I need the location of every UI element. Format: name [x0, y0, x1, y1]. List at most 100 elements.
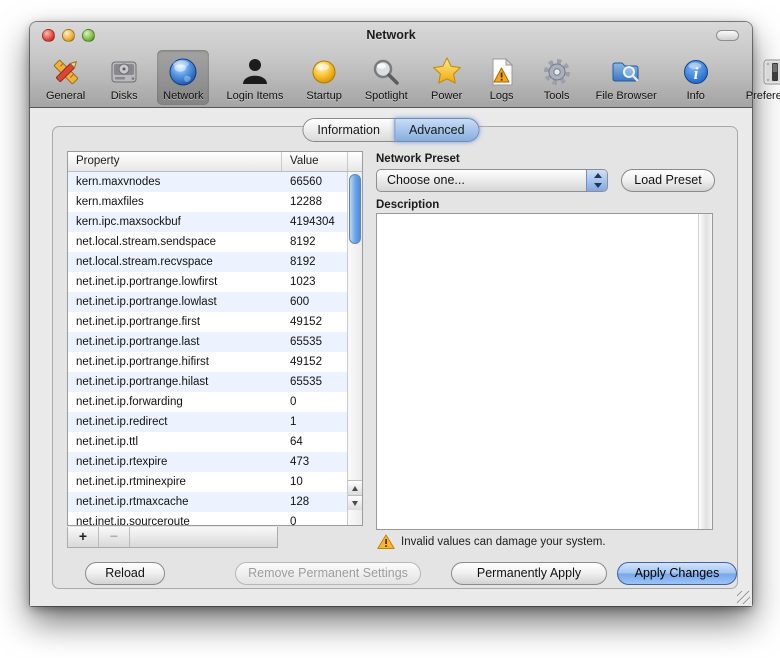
column-header-property[interactable]: Property	[68, 152, 282, 171]
property-cell: net.inet.ip.portrange.first	[76, 316, 201, 328]
description-textarea[interactable]	[376, 213, 713, 530]
table-row[interactable]: net.inet.ip.sourceroute 0	[68, 512, 349, 525]
permanently-apply-button[interactable]: Permanently Apply	[451, 562, 607, 585]
table-row[interactable]: net.inet.ip.portrange.lowfirst 1023	[68, 272, 349, 292]
value-cell: 8192	[290, 256, 316, 268]
table-header: Property Value	[68, 152, 362, 172]
table-row[interactable]: net.inet.ip.rtminexpire 10	[68, 472, 349, 492]
property-cell: net.inet.ip.portrange.last	[76, 336, 200, 348]
table-row[interactable]: net.inet.ip.ttl 64	[68, 432, 349, 452]
globe-icon	[167, 54, 199, 90]
toolbar-label: Disks	[110, 90, 138, 102]
value-cell: 0	[290, 516, 297, 525]
toolbar-toggle-button[interactable]	[716, 30, 739, 41]
tab-advanced[interactable]: Advanced	[394, 119, 479, 141]
table-body: kern.maxvnodes 66560 kern.maxfiles 12288 k…	[68, 172, 349, 525]
toolbar-item-file-browser[interactable]: File Browser	[590, 50, 663, 105]
window-title: Network	[366, 28, 416, 42]
scroll-down-button[interactable]	[348, 495, 362, 510]
window-content: Information Advanced Property Value kern…	[30, 109, 752, 606]
table-row[interactable]: net.inet.ip.portrange.first 49152	[68, 312, 349, 332]
table-row[interactable]: net.inet.ip.rtmaxcache 128	[68, 492, 349, 512]
scroll-up-button[interactable]	[348, 480, 362, 495]
tab-information[interactable]: Information	[303, 119, 395, 141]
network-preset-label: Network Preset	[376, 153, 460, 165]
toolbar-label: Network	[163, 90, 204, 102]
toolbar-label: Tools	[543, 90, 570, 102]
table-row[interactable]: net.local.stream.sendspace 8192	[68, 232, 349, 252]
star-icon	[431, 54, 463, 90]
load-preset-button[interactable]: Load Preset	[621, 169, 715, 192]
toolbar-item-logs[interactable]: Logs	[480, 50, 524, 105]
preset-popup-button[interactable]: Choose one...	[376, 169, 608, 192]
toolbar-item-preferences[interactable]: Preferences	[740, 50, 780, 105]
toolbar-label: File Browser	[595, 90, 657, 102]
resize-grip[interactable]	[737, 591, 750, 604]
column-header-value[interactable]: Value	[282, 152, 348, 171]
add-remove-bar: + −	[67, 527, 278, 548]
apply-changes-button[interactable]: Apply Changes	[617, 562, 737, 585]
toolbar-item-tools[interactable]: Tools	[535, 50, 579, 105]
property-cell: net.inet.ip.rtmaxcache	[76, 496, 189, 508]
description-scrollbar[interactable]	[698, 214, 712, 529]
property-cell: kern.maxfiles	[76, 196, 144, 208]
window-chrome: Network General Disks Network Login Item…	[30, 22, 780, 108]
toolbar-item-spotlight[interactable]: Spotlight	[359, 50, 414, 105]
value-cell: 64	[290, 436, 303, 448]
table-row[interactable]: net.inet.ip.portrange.lowlast 600	[68, 292, 349, 312]
table-row[interactable]: net.inet.ip.rtexpire 473	[68, 452, 349, 472]
property-cell: net.inet.ip.portrange.lowfirst	[76, 276, 218, 288]
value-cell: 8192	[290, 236, 316, 248]
toolbar-item-general[interactable]: General	[40, 50, 91, 105]
property-cell: net.inet.ip.ttl	[76, 436, 139, 448]
toolbar-item-login-items[interactable]: Login Items	[220, 50, 289, 105]
table-row[interactable]: net.local.stream.recvspace 8192	[68, 252, 349, 272]
table-row[interactable]: net.inet.ip.portrange.hilast 65535	[68, 372, 349, 392]
reload-button[interactable]: Reload	[85, 562, 165, 585]
toolbar-label: Login Items	[226, 90, 284, 102]
toolbar: General Disks Network Login Items Startu…	[30, 48, 780, 107]
table-row[interactable]: kern.maxfiles 12288	[68, 192, 349, 212]
value-cell: 49152	[290, 356, 322, 368]
value-cell: 0	[290, 396, 297, 408]
remove-permanent-settings-button[interactable]: Remove Permanent Settings	[235, 562, 421, 585]
property-cell: net.inet.ip.redirect	[76, 416, 168, 428]
svg-text:i: i	[693, 64, 698, 83]
folder-search-icon	[610, 54, 642, 90]
property-cell: net.inet.ip.portrange.lowlast	[76, 296, 217, 308]
document-warning-icon	[486, 54, 518, 90]
titlebar[interactable]: Network	[30, 22, 752, 48]
warning-row: Invalid values can damage your system.	[377, 534, 606, 550]
property-cell: net.inet.ip.rtminexpire	[76, 476, 186, 488]
table-scrollbar[interactable]	[347, 172, 362, 525]
toolbar-item-power[interactable]: Power	[425, 50, 469, 105]
scrollbar-thumb[interactable]	[349, 174, 361, 244]
toolbar-label: Info	[686, 90, 705, 102]
warning-icon	[377, 534, 395, 549]
table-row[interactable]: net.inet.ip.forwarding 0	[68, 392, 349, 412]
toolbar-label: Preferences	[745, 90, 780, 102]
info-circle-icon: i	[680, 54, 712, 90]
ruler-pencil-icon	[50, 54, 82, 90]
value-cell: 473	[290, 456, 310, 468]
table-row[interactable]: net.inet.ip.portrange.last 65535	[68, 332, 349, 352]
table-row[interactable]: kern.maxvnodes 66560	[68, 172, 349, 192]
sysctl-table: Property Value kern.maxvnodes 66560 kern.…	[67, 151, 363, 526]
table-row[interactable]: kern.ipc.maxsockbuf 4194304	[68, 212, 349, 232]
property-cell: net.inet.ip.portrange.hifirst	[76, 356, 209, 368]
table-row[interactable]: net.inet.ip.portrange.hifirst 49152	[68, 352, 349, 372]
value-cell: 66560	[290, 176, 322, 188]
app-window: Network General Disks Network Login Item…	[30, 22, 780, 606]
table-row[interactable]: net.inet.ip.redirect 1	[68, 412, 349, 432]
property-cell: net.inet.ip.sourceroute	[76, 516, 190, 525]
toolbar-item-startup[interactable]: Startup	[300, 50, 347, 105]
add-row-button[interactable]: +	[68, 527, 99, 547]
hard-drive-icon	[108, 54, 140, 90]
toolbar-item-info[interactable]: i Info	[674, 50, 718, 105]
toolbar-item-disks[interactable]: Disks	[102, 50, 146, 105]
magnifier-icon	[370, 54, 402, 90]
column-header-gutter	[348, 152, 362, 171]
remove-row-button[interactable]: −	[99, 527, 130, 547]
value-cell: 65535	[290, 336, 322, 348]
toolbar-item-network[interactable]: Network	[157, 50, 210, 105]
